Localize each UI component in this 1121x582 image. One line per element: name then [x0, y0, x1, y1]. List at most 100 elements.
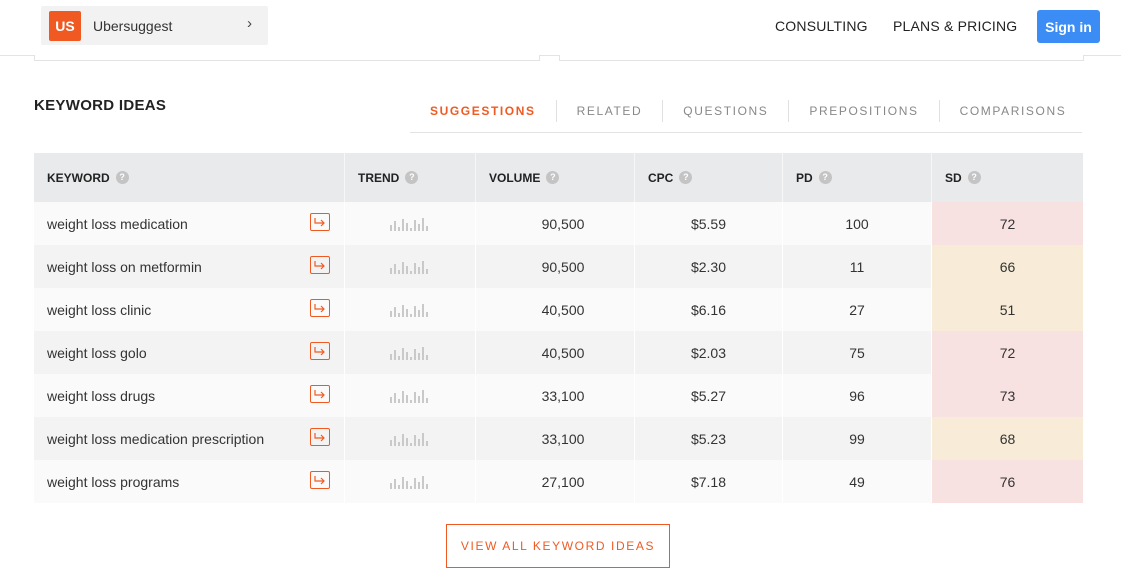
keyword-text[interactable]: weight loss golo [47, 345, 147, 361]
keyword-cell: weight loss programs [34, 460, 345, 503]
trend-bar [414, 434, 416, 446]
trend-bar [402, 476, 404, 489]
cpc-cell: $6.16 [635, 288, 783, 331]
trend-bar [406, 480, 408, 489]
trend-bar [394, 478, 396, 489]
trend-bar [422, 389, 424, 403]
trend-cell [345, 460, 476, 503]
trend-bar [414, 305, 416, 317]
trend-bar [398, 398, 400, 403]
trend-bar [402, 433, 404, 446]
trend-cell [345, 245, 476, 288]
tab-suggestions[interactable]: SUGGESTIONS [410, 100, 556, 122]
tabs-divider [410, 132, 1082, 133]
sd-cell: 51 [932, 288, 1083, 331]
sd-cell: 73 [932, 374, 1083, 417]
cpc-cell: $5.27 [635, 374, 783, 417]
column-label: VOLUME [489, 170, 541, 185]
nav-plans-pricing[interactable]: PLANS & PRICING [893, 18, 1017, 34]
trend-bar [398, 484, 400, 489]
tab-questions[interactable]: QUESTIONS [662, 100, 788, 122]
volume-cell: 27,100 [476, 460, 635, 503]
arrow-corner-icon[interactable] [310, 213, 330, 231]
trend-bar [414, 262, 416, 274]
volume-cell: 33,100 [476, 417, 635, 460]
keyword-text[interactable]: weight loss medication [47, 216, 188, 232]
trend-bar [394, 306, 396, 317]
column-header-trend: TREND? [345, 153, 476, 202]
trend-bar [410, 399, 412, 403]
arrow-corner-icon[interactable] [310, 428, 330, 446]
keyword-cell: weight loss medication [34, 202, 345, 245]
help-icon[interactable]: ? [405, 171, 419, 184]
table-row: weight loss clinic 40,500 $6.16 27 51 [34, 288, 1083, 331]
arrow-corner-icon[interactable] [310, 385, 330, 403]
trend-bar [390, 267, 392, 274]
table-row: weight loss golo 40,500 $2.03 75 72 [34, 331, 1083, 374]
section-title: KEYWORD IDEAS [34, 97, 167, 114]
nav-consulting[interactable]: CONSULTING [775, 18, 868, 34]
arrow-corner-icon[interactable] [310, 256, 330, 274]
table-row: weight loss medication prescription 33,10… [34, 417, 1083, 460]
pd-cell: 100 [783, 202, 932, 245]
table-row: weight loss on metformin 90,500 $2.30 11 66 [34, 245, 1083, 288]
trend-bar [394, 392, 396, 403]
tab-related[interactable]: RELATED [555, 100, 663, 122]
keyword-table: KEYWORD? TREND? VOLUME? CPC? PD? SD? wei… [34, 153, 1083, 503]
trend-bar [406, 265, 408, 274]
trend-bar [414, 348, 416, 360]
keyword-text[interactable]: weight loss programs [47, 474, 179, 490]
arrow-corner-icon[interactable] [310, 299, 330, 317]
cpc-cell: $2.30 [635, 245, 783, 288]
trend-bar [426, 354, 428, 360]
help-icon[interactable]: ? [818, 171, 832, 184]
keyword-text[interactable]: weight loss drugs [47, 388, 155, 404]
arrow-corner-icon[interactable] [310, 342, 330, 360]
trend-cell [345, 202, 476, 245]
sd-cell: 66 [932, 245, 1083, 288]
trend-bar [410, 485, 412, 489]
tab-prepositions[interactable]: PREPOSITIONS [788, 100, 938, 122]
column-header-sd: SD? [932, 153, 1083, 202]
trend-bar [390, 439, 392, 446]
brand-switcher[interactable]: US Ubersuggest › [41, 6, 268, 45]
keyword-text[interactable]: weight loss clinic [47, 302, 151, 318]
trend-bar [414, 219, 416, 231]
trend-bar [418, 352, 420, 360]
view-all-keyword-ideas-button[interactable]: VIEW ALL KEYWORD IDEAS [446, 524, 670, 568]
help-icon[interactable]: ? [115, 171, 129, 184]
trend-bar [394, 349, 396, 360]
keyword-cell: weight loss drugs [34, 374, 345, 417]
trend-bar [410, 270, 412, 274]
help-icon[interactable]: ? [546, 171, 560, 184]
cpc-cell: $7.18 [635, 460, 783, 503]
keyword-cell: weight loss medication prescription [34, 417, 345, 460]
trend-bar [410, 442, 412, 446]
sign-in-button[interactable]: Sign in [1037, 10, 1100, 43]
trend-bar [422, 432, 424, 446]
sd-cell: 68 [932, 417, 1083, 460]
trend-bar [426, 397, 428, 403]
keyword-text[interactable]: weight loss on metformin [47, 259, 202, 275]
table-body: weight loss medication 90,500 $5.59 100 72 we… [34, 202, 1083, 503]
trend-bar [394, 220, 396, 231]
help-icon[interactable]: ? [679, 171, 693, 184]
help-icon[interactable]: ? [967, 171, 981, 184]
trend-bar [422, 260, 424, 274]
trend-sparkline-icon [390, 303, 428, 317]
trend-bar [406, 351, 408, 360]
pd-cell: 11 [783, 245, 932, 288]
pd-cell: 27 [783, 288, 932, 331]
trend-bar [398, 226, 400, 231]
keyword-text[interactable]: weight loss medication prescription [47, 431, 264, 447]
trend-bar [426, 225, 428, 231]
trend-bar [390, 396, 392, 403]
keyword-cell: weight loss golo [34, 331, 345, 374]
trend-bar [414, 477, 416, 489]
column-label: SD [945, 170, 962, 185]
pd-cell: 96 [783, 374, 932, 417]
volume-cell: 40,500 [476, 288, 635, 331]
tab-comparisons[interactable]: COMPARISONS [938, 100, 1087, 122]
arrow-corner-icon[interactable] [310, 471, 330, 489]
trend-bar [402, 390, 404, 403]
